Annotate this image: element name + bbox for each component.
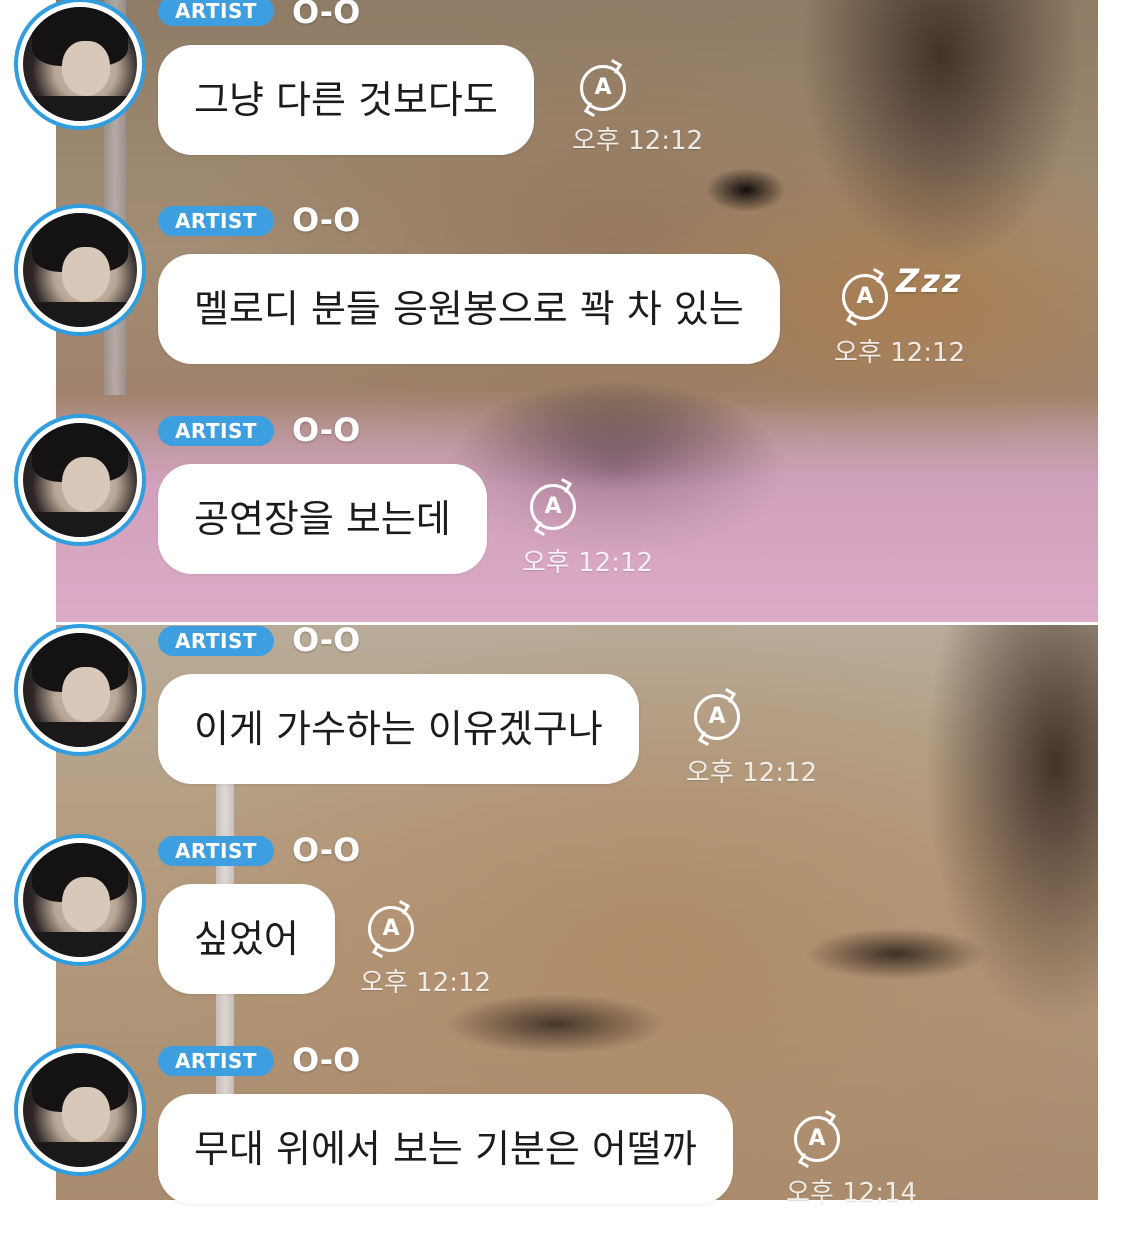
- message-time: 오후 12:12: [572, 126, 704, 156]
- avatar[interactable]: [14, 204, 146, 336]
- avatar[interactable]: [14, 834, 146, 966]
- username[interactable]: O-O: [292, 412, 360, 448]
- avatar[interactable]: [14, 414, 146, 546]
- translate-icon[interactable]: A: [794, 1116, 840, 1162]
- translate-icon[interactable]: A: [580, 65, 626, 111]
- chat-message: ARTIST O-O 무대 위에서 보는 기분은 어떨까 A 오후 12:14: [0, 1040, 1138, 1250]
- username[interactable]: O-O: [292, 202, 360, 238]
- message-time: 오후 12:12: [834, 338, 966, 368]
- username[interactable]: O-O: [292, 622, 360, 658]
- translate-icon[interactable]: A: [530, 484, 576, 530]
- artist-badge: ARTIST: [158, 836, 274, 866]
- artist-badge: ARTIST: [158, 206, 274, 236]
- chat-message: ARTIST O-O 이게 가수하는 이유겠구나 A 오후 12:12: [0, 620, 1138, 830]
- avatar[interactable]: [14, 624, 146, 756]
- artist-badge: ARTIST: [158, 1046, 274, 1076]
- message-bubble[interactable]: 공연장을 보는데: [158, 464, 487, 574]
- avatar[interactable]: [14, 0, 146, 130]
- message-time: 오후 12:12: [360, 968, 492, 998]
- message-bubble[interactable]: 그냥 다른 것보다도: [158, 45, 534, 155]
- message-time: 오후 12:12: [522, 548, 654, 578]
- chat-message: ARTIST O-O 싶었어 A 오후 12:12: [0, 830, 1138, 1040]
- artist-badge: ARTIST: [158, 0, 274, 26]
- translate-icon[interactable]: A: [842, 274, 888, 320]
- message-bubble[interactable]: 이게 가수하는 이유겠구나: [158, 674, 639, 784]
- message-time: 오후 12:14: [786, 1178, 918, 1208]
- username[interactable]: O-O: [292, 1042, 360, 1078]
- chat-message: ARTIST O-O 멜로디 분들 응원봉으로 꽉 차 있는 A 오후 12:1…: [0, 200, 1138, 410]
- message-bubble[interactable]: 무대 위에서 보는 기분은 어떨까: [158, 1094, 733, 1204]
- username[interactable]: O-O: [292, 832, 360, 868]
- artist-badge: ARTIST: [158, 416, 274, 446]
- message-time: 오후 12:12: [686, 758, 818, 788]
- avatar[interactable]: [14, 1044, 146, 1176]
- message-bubble[interactable]: 멜로디 분들 응원봉으로 꽉 차 있는: [158, 254, 780, 364]
- chat-message: ARTIST O-O 그냥 다른 것보다도 A 오후 12:12: [0, 0, 1138, 200]
- artist-badge: ARTIST: [158, 626, 274, 656]
- username[interactable]: O-O: [292, 0, 360, 30]
- translate-icon[interactable]: A: [694, 694, 740, 740]
- chat-message: ARTIST O-O 공연장을 보는데 A 오후 12:12: [0, 410, 1138, 620]
- translate-icon[interactable]: A: [368, 906, 414, 952]
- message-bubble[interactable]: 싶었어: [158, 884, 335, 994]
